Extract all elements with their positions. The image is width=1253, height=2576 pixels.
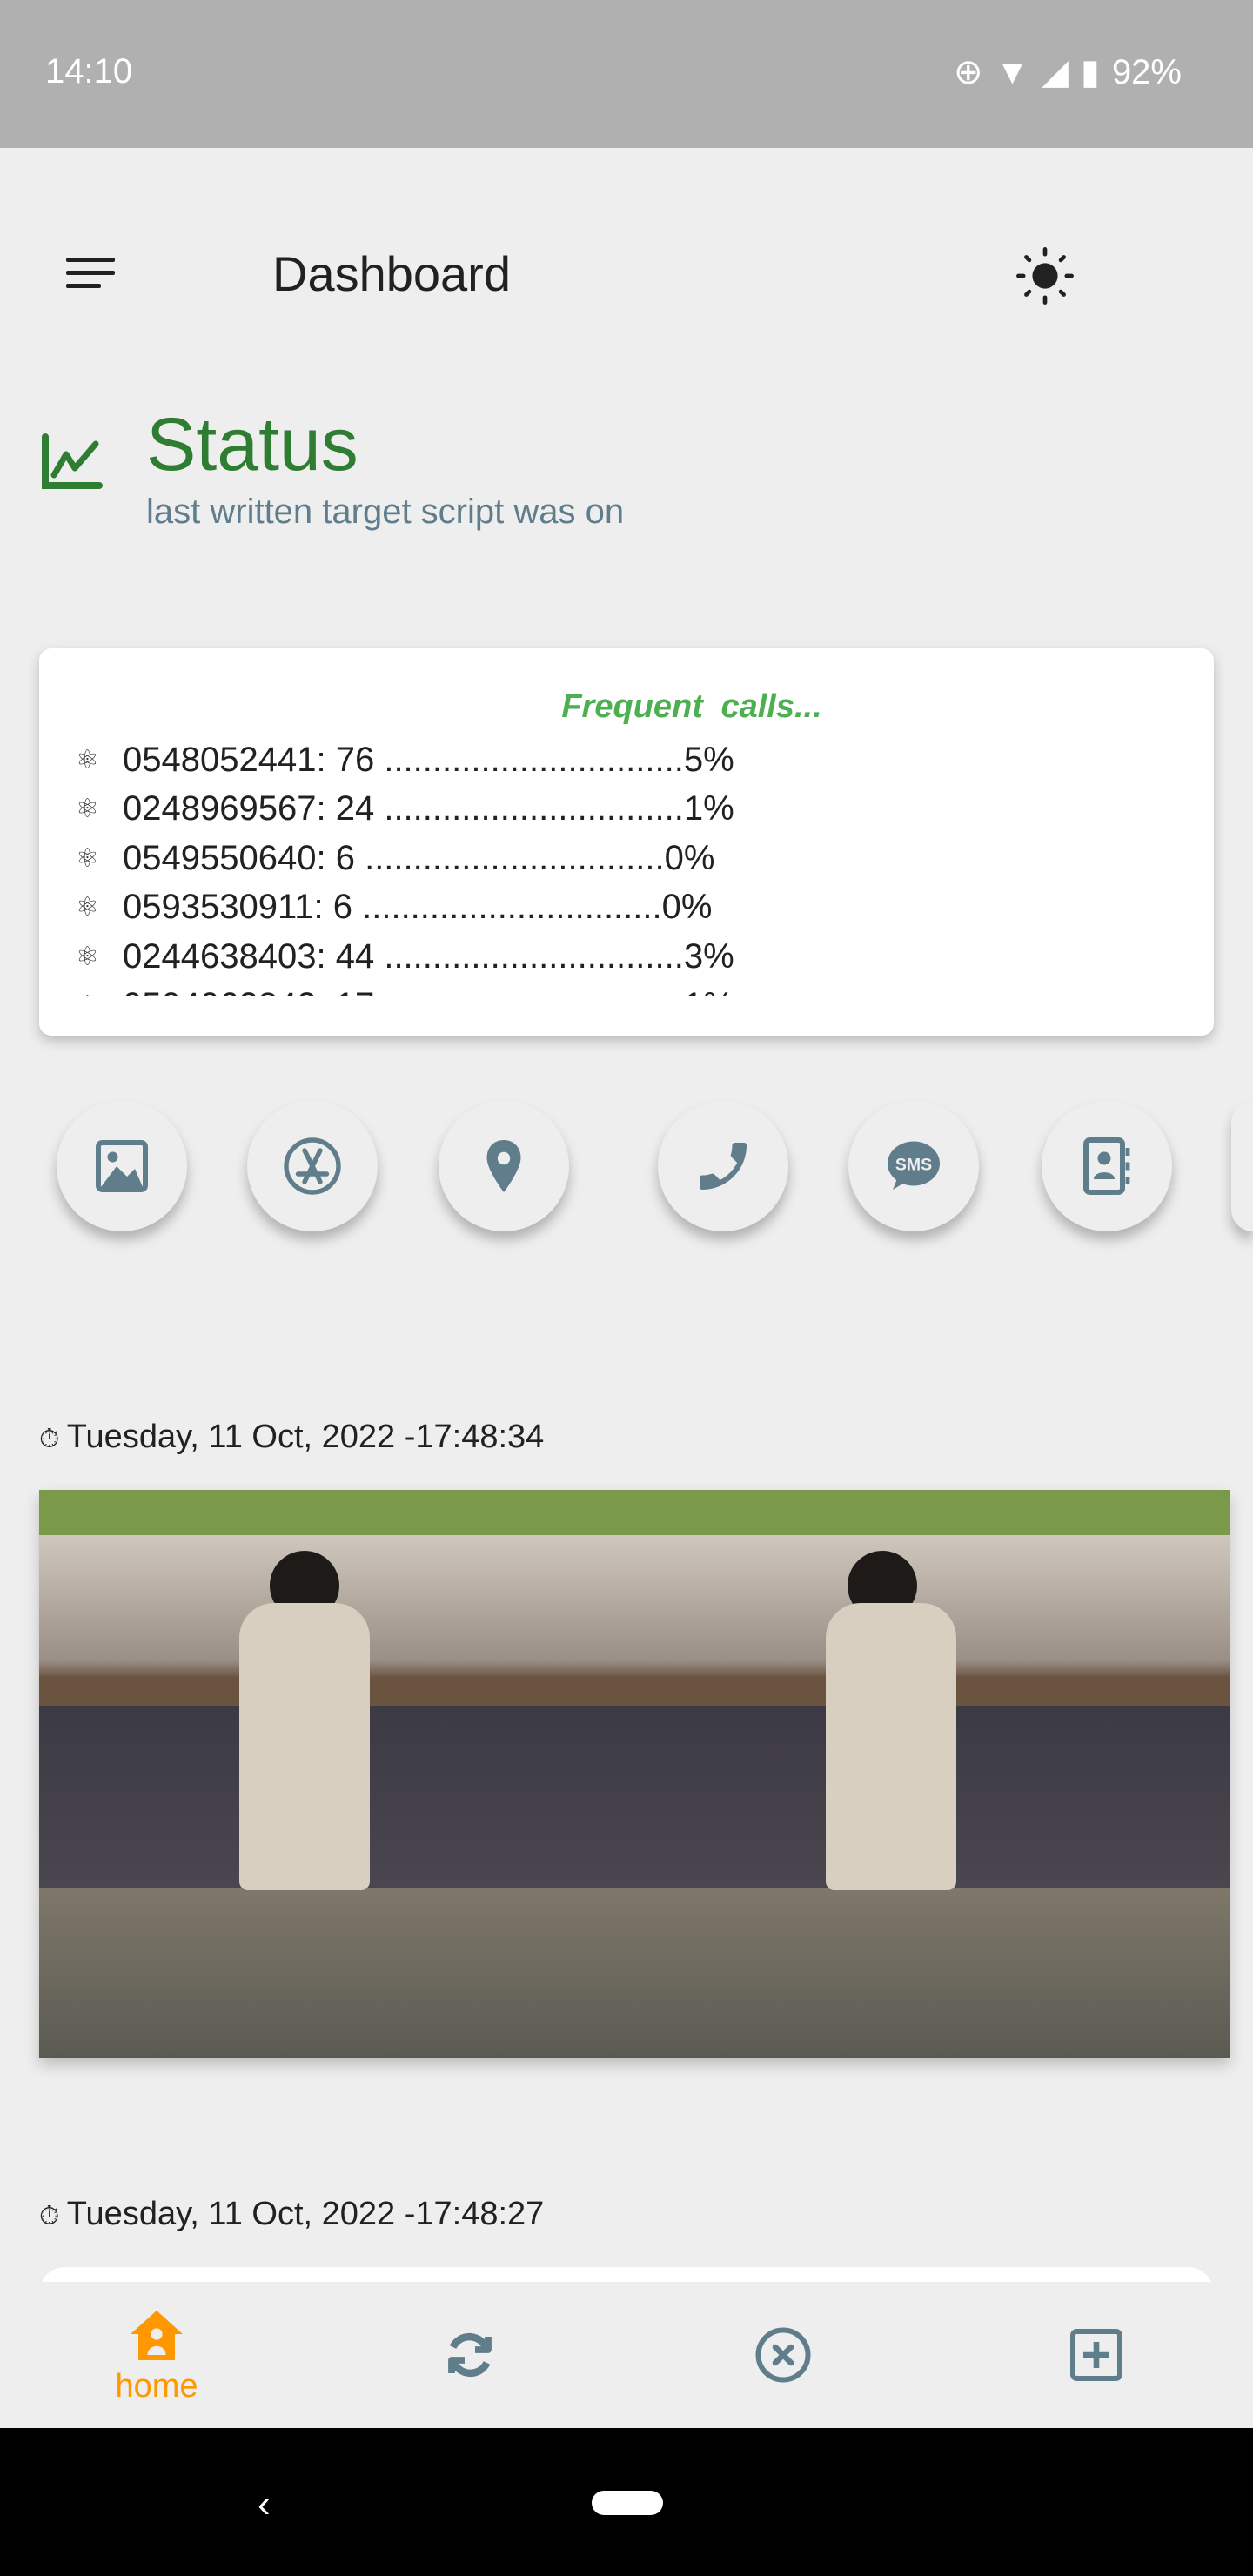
feed-timestamp: ⏱ Tuesday, 11 Oct, 2022 -17:48:34 xyxy=(39,1419,544,1456)
photo-frame-right xyxy=(634,1490,1230,2058)
atom-icon: ⚛ xyxy=(76,893,99,922)
location-icon xyxy=(486,1140,521,1192)
frequent-calls-title: Frequent calls... xyxy=(561,688,822,725)
frequent-calls-list[interactable]: ⚛ 0548052441: 76 ........................… xyxy=(76,735,734,996)
sms-button[interactable]: SMS xyxy=(848,1101,979,1231)
leader-dots: ............................... xyxy=(362,888,662,927)
frequent-calls-card: Frequent calls... ⚛ 0548052441: 76 ......… xyxy=(39,648,1214,1036)
sun-icon[interactable] xyxy=(1015,245,1075,306)
call-count: 6 xyxy=(335,838,355,877)
stopwatch-icon: ⏱ xyxy=(39,1425,67,1453)
gallery-button[interactable] xyxy=(57,1101,187,1231)
list-item: ⚛ 0548052441: 76 ........................… xyxy=(76,740,734,779)
atom-icon: ⚛ xyxy=(76,942,99,971)
app-store-icon xyxy=(284,1137,341,1195)
photo-frame-left xyxy=(39,1490,634,2058)
call-percent: 3% xyxy=(683,936,734,976)
menu-icon[interactable] xyxy=(66,258,115,292)
trending-chart-icon xyxy=(42,433,103,489)
nav-home-label: home xyxy=(115,2367,198,2405)
phone-number: 0244638403 xyxy=(123,936,317,976)
refresh-icon xyxy=(448,2332,492,2378)
contacts-icon xyxy=(1083,1137,1130,1195)
status-subtitle: last written target script was on xyxy=(146,493,625,531)
signal-icon: ◢ xyxy=(1042,53,1069,91)
list-item: ⚛ 0248969567: 24 ........................… xyxy=(76,789,734,828)
nav-add[interactable] xyxy=(940,2282,1253,2428)
call-count: 24 xyxy=(335,789,375,828)
nav-home[interactable]: home xyxy=(0,2282,313,2428)
atom-icon: ⚛ xyxy=(76,843,99,873)
page-title: Dashboard xyxy=(272,246,511,301)
timestamp-text: Tuesday, 11 Oct, 2022 -17:48:34 xyxy=(66,1419,545,1455)
leader-dots: ............................... xyxy=(384,936,684,976)
atom-icon: ⚛ xyxy=(76,745,99,775)
call-count: 6 xyxy=(332,888,352,927)
call-percent: 5% xyxy=(683,740,734,779)
calls-button[interactable] xyxy=(658,1101,788,1231)
phone-number: 0248969567 xyxy=(123,789,317,828)
phone-number: 0593530911 xyxy=(123,888,314,927)
sms-icon: SMS xyxy=(888,1141,940,1190)
call-percent: 0% xyxy=(661,888,713,927)
atom-icon: ⚛ xyxy=(76,990,123,996)
leader-dots: ............................... xyxy=(365,838,665,877)
location-button[interactable] xyxy=(439,1101,569,1231)
leader-dots: ............................... xyxy=(384,986,684,996)
list-item: ⚛ 0549550640: 6 .........................… xyxy=(76,838,715,877)
sms-label: SMS xyxy=(895,1156,932,1175)
list-item: ⚛ 0244638403: 44 ........................… xyxy=(76,936,734,976)
feed-timestamp: ⏱ Tuesday, 11 Oct, 2022 -17:48:27 xyxy=(39,2196,544,2233)
leader-dots: ............................... xyxy=(384,740,684,779)
data-saver-icon: ⊕ xyxy=(954,53,983,91)
atom-icon: ⚛ xyxy=(76,795,99,824)
contacts-button[interactable] xyxy=(1042,1101,1172,1231)
nav-clear[interactable] xyxy=(626,2282,940,2428)
bottom-navigation: home xyxy=(0,2282,1253,2428)
apps-button[interactable] xyxy=(247,1101,378,1231)
call-percent: 1% xyxy=(683,789,734,828)
system-icons: ⊕ ▼ ◢ ▮ 92% xyxy=(954,52,1182,92)
home-gesture-pill[interactable] xyxy=(592,2491,663,2515)
gallery-icon xyxy=(96,1140,148,1192)
stopwatch-icon: ⏱ xyxy=(39,2202,67,2231)
list-item: ⚛ 0593530911: 6 .........................… xyxy=(76,888,713,927)
phone-icon xyxy=(700,1143,747,1190)
battery-percent: 92% xyxy=(1111,52,1182,91)
timestamp-text: Tuesday, 11 Oct, 2022 -17:48:27 xyxy=(66,2196,545,2232)
leader-dots: ............................... xyxy=(384,789,684,828)
wifi-icon: ▼ xyxy=(995,52,1030,91)
nav-refresh[interactable] xyxy=(313,2282,626,2428)
call-count: 17 xyxy=(336,986,375,996)
phone-number: 0504062842 xyxy=(123,986,316,996)
call-count: 44 xyxy=(335,936,375,976)
call-count: 76 xyxy=(335,740,375,779)
call-percent: 0% xyxy=(664,838,715,877)
home-icon xyxy=(131,2310,183,2360)
more-actions-button[interactable] xyxy=(1231,1101,1253,1231)
clock: 14:10 xyxy=(45,52,133,91)
status-bar: 14:10 ⊕ ▼ ◢ ▮ 92% xyxy=(0,0,1253,148)
battery-charging-icon: ▮ xyxy=(1080,53,1100,91)
status-title: Status xyxy=(146,403,358,486)
phone-number: 0549550640 xyxy=(123,838,317,877)
phone-number: 0548052441 xyxy=(123,740,317,779)
close-circle-icon xyxy=(755,2327,811,2383)
back-icon[interactable]: ‹ xyxy=(258,2483,271,2526)
call-percent: 1% xyxy=(684,986,734,996)
add-box-icon xyxy=(1070,2329,1122,2381)
captured-photo[interactable] xyxy=(39,1490,1230,2058)
list-item: ⚛0504062842: 17 ........................… xyxy=(76,982,734,996)
